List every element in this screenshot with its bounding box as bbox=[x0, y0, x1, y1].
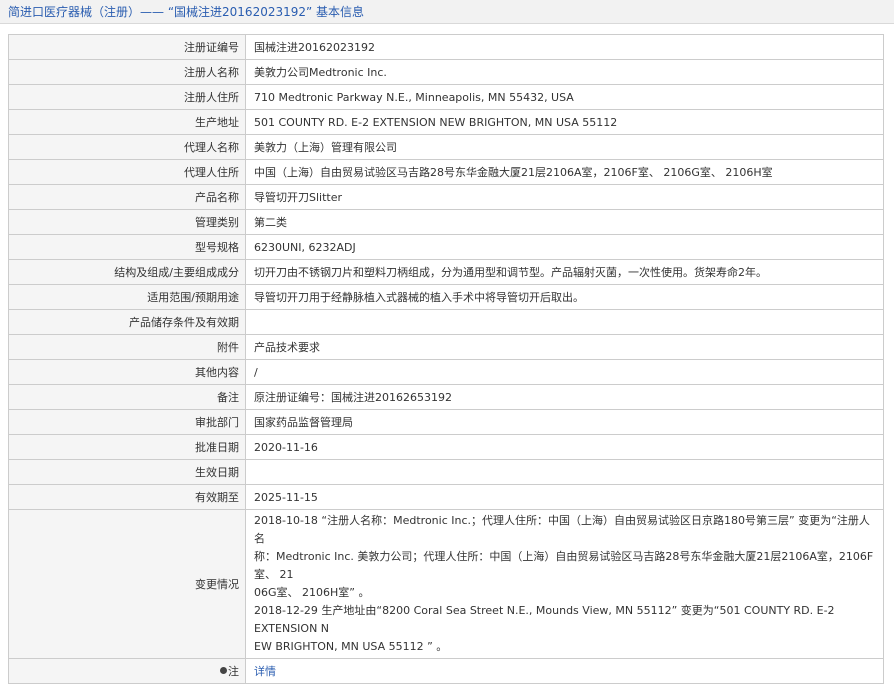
table-row: 批准日期 2020-11-16 bbox=[8, 434, 884, 460]
table-row: 有效期至 2025-11-15 bbox=[8, 484, 884, 510]
change-history: 2018-10-18 “注册人名称：Medtronic Inc.；代理人住所：中… bbox=[245, 509, 884, 659]
note-label: 注 bbox=[228, 664, 239, 678]
field-value bbox=[245, 459, 884, 485]
table-row: 注册人住所 710 Medtronic Parkway N.E., Minnea… bbox=[8, 84, 884, 110]
pin-icon bbox=[220, 667, 227, 674]
field-label: 适用范围/预期用途 bbox=[8, 284, 246, 310]
table-row: 生效日期 bbox=[8, 459, 884, 485]
table-row: 型号规格 6230UNI, 6232ADJ bbox=[8, 234, 884, 260]
field-value: 2025-11-15 bbox=[245, 484, 884, 510]
change-line: 2018-12-29 生产地址由“8200 Coral Sea Street N… bbox=[254, 604, 835, 635]
field-label: 附件 bbox=[8, 334, 246, 360]
field-value bbox=[245, 309, 884, 335]
field-value: 第二类 bbox=[245, 209, 884, 235]
table-row-note: 注 详情 bbox=[8, 658, 884, 684]
table-row: 产品储存条件及有效期 bbox=[8, 309, 884, 335]
page-header: 简进口医疗器械（注册）—— “国械注进20162023192” 基本信息 bbox=[0, 0, 894, 24]
field-value: 2020-11-16 bbox=[245, 434, 884, 460]
field-value: 切开刀由不锈钢刀片和塑料刀柄组成，分为通用型和调节型。产品辐射灭菌，一次性使用。… bbox=[245, 259, 884, 285]
detail-table: 注册证编号 国械注进20162023192 注册人名称 美敦力公司Medtron… bbox=[8, 34, 884, 684]
change-line: 称：Medtronic Inc. 美敦力公司；代理人住所：中国（上海）自由贸易试… bbox=[254, 550, 874, 581]
field-label: 产品名称 bbox=[8, 184, 246, 210]
field-label: 结构及组成/主要组成成分 bbox=[8, 259, 246, 285]
table-row: 注册人名称 美敦力公司Medtronic Inc. bbox=[8, 59, 884, 85]
field-value: 产品技术要求 bbox=[245, 334, 884, 360]
field-label: 注册人名称 bbox=[8, 59, 246, 85]
field-label: 型号规格 bbox=[8, 234, 246, 260]
field-label: 注册证编号 bbox=[8, 34, 246, 60]
change-line: 2018-10-18 “注册人名称：Medtronic Inc.；代理人住所：中… bbox=[254, 514, 870, 545]
field-value: 国械注进20162023192 bbox=[245, 34, 884, 60]
field-label: 有效期至 bbox=[8, 484, 246, 510]
table-row: 产品名称 导管切开刀Slitter bbox=[8, 184, 884, 210]
table-row: 其他内容 / bbox=[8, 359, 884, 385]
field-value: / bbox=[245, 359, 884, 385]
field-label: 管理类别 bbox=[8, 209, 246, 235]
note-label-cell: 注 bbox=[8, 658, 246, 684]
field-label: 代理人住所 bbox=[8, 159, 246, 185]
field-value: 导管切开刀Slitter bbox=[245, 184, 884, 210]
field-value: 国家药品监督管理局 bbox=[245, 409, 884, 435]
field-label: 代理人名称 bbox=[8, 134, 246, 160]
table-row: 生产地址 501 COUNTY RD. E-2 EXTENSION NEW BR… bbox=[8, 109, 884, 135]
table-row: 附件 产品技术要求 bbox=[8, 334, 884, 360]
table-row: 代理人名称 美敦力（上海）管理有限公司 bbox=[8, 134, 884, 160]
field-value: 501 COUNTY RD. E-2 EXTENSION NEW BRIGHTO… bbox=[245, 109, 884, 135]
field-value: 美敦力公司Medtronic Inc. bbox=[245, 59, 884, 85]
table-row-changes: 变更情况 2018-10-18 “注册人名称：Medtronic Inc.；代理… bbox=[8, 509, 884, 659]
field-label: 备注 bbox=[8, 384, 246, 410]
change-line: 06G室、 2106H室” 。 bbox=[254, 586, 370, 599]
note-value: 详情 bbox=[245, 658, 884, 684]
field-label: 注册人住所 bbox=[8, 84, 246, 110]
table-row: 审批部门 国家药品监督管理局 bbox=[8, 409, 884, 435]
field-value: 中国（上海）自由贸易试验区马吉路28号东华金融大厦21层2106A室，2106F… bbox=[245, 159, 884, 185]
field-value: 美敦力（上海）管理有限公司 bbox=[245, 134, 884, 160]
table-row: 备注 原注册证编号：国械注进20162653192 bbox=[8, 384, 884, 410]
field-label: 生产地址 bbox=[8, 109, 246, 135]
table-row: 适用范围/预期用途 导管切开刀用于经静脉植入式器械的植入手术中将导管切开后取出。 bbox=[8, 284, 884, 310]
table-row: 结构及组成/主要组成成分 切开刀由不锈钢刀片和塑料刀柄组成，分为通用型和调节型。… bbox=[8, 259, 884, 285]
field-label: 审批部门 bbox=[8, 409, 246, 435]
table-row: 管理类别 第二类 bbox=[8, 209, 884, 235]
table-row: 注册证编号 国械注进20162023192 bbox=[8, 34, 884, 60]
field-value: 6230UNI, 6232ADJ bbox=[245, 234, 884, 260]
field-label: 变更情况 bbox=[8, 509, 246, 659]
field-value: 原注册证编号：国械注进20162653192 bbox=[245, 384, 884, 410]
page-title: 简进口医疗器械（注册）—— “国械注进20162023192” 基本信息 bbox=[8, 5, 365, 19]
field-value: 710 Medtronic Parkway N.E., Minneapolis,… bbox=[245, 84, 884, 110]
table-row: 代理人住所 中国（上海）自由贸易试验区马吉路28号东华金融大厦21层2106A室… bbox=[8, 159, 884, 185]
field-value: 导管切开刀用于经静脉植入式器械的植入手术中将导管切开后取出。 bbox=[245, 284, 884, 310]
field-label: 产品储存条件及有效期 bbox=[8, 309, 246, 335]
field-label: 批准日期 bbox=[8, 434, 246, 460]
field-label: 其他内容 bbox=[8, 359, 246, 385]
details-link[interactable]: 详情 bbox=[254, 665, 276, 678]
field-label: 生效日期 bbox=[8, 459, 246, 485]
change-line: EW BRIGHTON, MN USA 55112 ” 。 bbox=[254, 640, 448, 653]
